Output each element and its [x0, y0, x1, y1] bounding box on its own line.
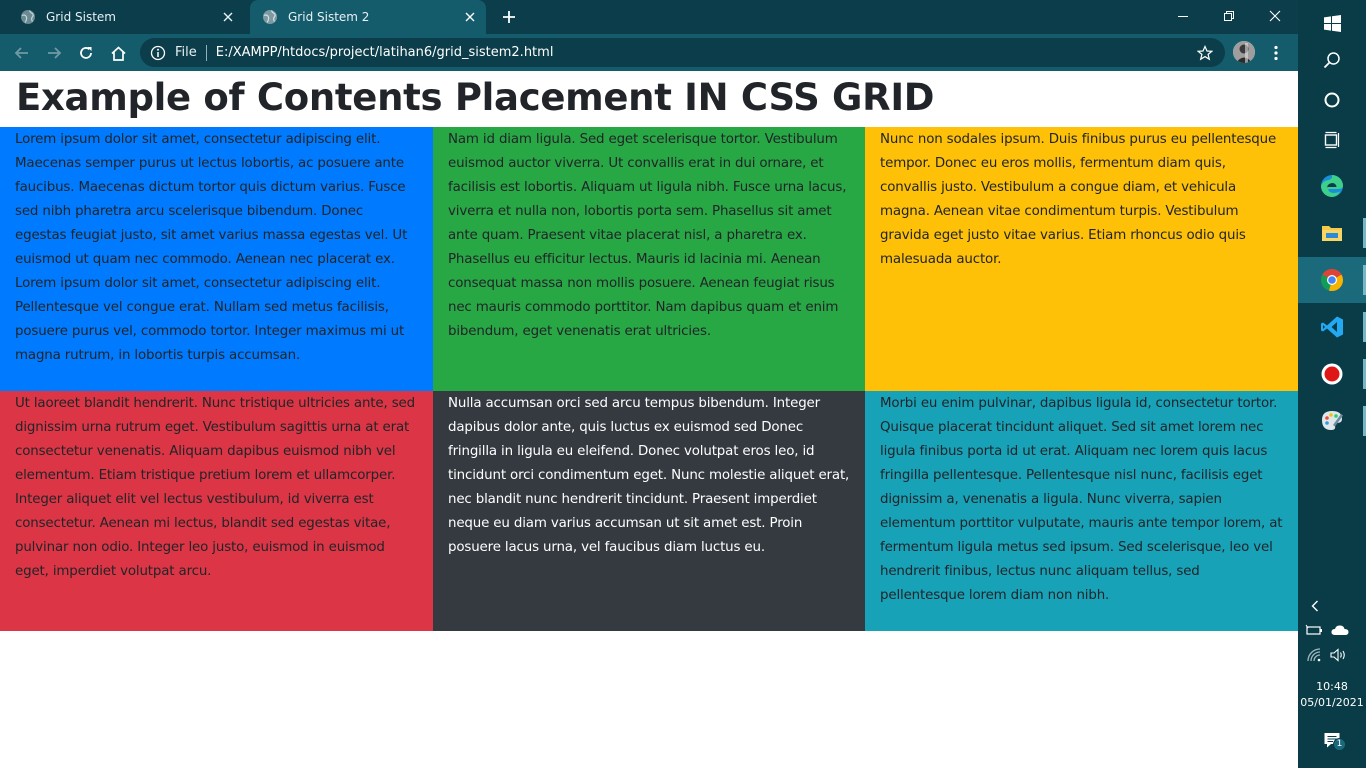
grid-item-5: Nulla accumsan orci sed arcu tempus bibe…: [433, 391, 865, 631]
browser-window: Grid Sistem Grid Sistem 2 File E:/XAMPP/…: [0, 0, 1298, 768]
speaker-icon: [1330, 648, 1345, 662]
system-clock[interactable]: 10:48 05/01/2021: [1298, 679, 1366, 711]
arrow-right-icon: [48, 47, 62, 59]
cloud-icon: [1331, 625, 1349, 635]
url-scheme: File: [175, 45, 197, 60]
grid-item-1: Lorem ipsum dolor sit amet, consectetur …: [0, 127, 433, 391]
grid-item-6: Morbi eu enim pulvinar, dapibus ligula i…: [865, 391, 1298, 631]
tab-title: Grid Sistem 2: [288, 10, 370, 24]
record-icon: [1321, 363, 1343, 385]
back-button[interactable]: [9, 40, 35, 66]
kebab-icon: [1274, 45, 1278, 61]
browser-toolbar: File E:/XAMPP/htdocs/project/latihan6/gr…: [0, 34, 1298, 71]
close-icon: [1269, 10, 1281, 22]
file-explorer-taskbar-app[interactable]: [1298, 210, 1366, 256]
recorder-taskbar-app[interactable]: [1298, 351, 1366, 397]
minimize-button[interactable]: [1160, 0, 1206, 32]
bookmark-star-icon[interactable]: [1195, 43, 1215, 63]
cortana-icon: [1324, 92, 1340, 108]
grid-item-4: Ut laoreet blandit hendrerit. Nunc trist…: [0, 391, 433, 631]
paint-icon: [1322, 411, 1343, 430]
edge-taskbar-app[interactable]: [1298, 163, 1366, 209]
globe-icon: [21, 10, 35, 24]
volume-button[interactable]: [1328, 646, 1350, 664]
battery-button[interactable]: [1304, 622, 1324, 638]
notification-badge: 1: [1333, 738, 1346, 751]
reload-button[interactable]: [73, 40, 99, 66]
tab-title: Grid Sistem: [46, 10, 116, 24]
onedrive-button[interactable]: [1329, 622, 1351, 638]
minimize-icon: [1178, 16, 1188, 17]
vscode-taskbar-app[interactable]: [1298, 304, 1366, 350]
vscode-icon: [1321, 316, 1343, 338]
restore-button[interactable]: [1206, 0, 1252, 32]
paint-taskbar-app[interactable]: [1298, 398, 1366, 444]
chrome-icon: [1321, 269, 1343, 292]
grid-item-2: Nam id diam ligula. Sed eget scelerisque…: [433, 127, 865, 391]
grid-item-3: Nunc non sodales ipsum. Duis finibus pur…: [865, 127, 1298, 391]
home-icon: [110, 45, 126, 61]
globe-icon: [263, 10, 277, 24]
divider: [205, 44, 207, 61]
profile-avatar[interactable]: [1233, 41, 1255, 63]
arrow-left-icon: [14, 47, 28, 59]
page-title: Example of Contents Placement IN CSS GRI…: [16, 76, 935, 119]
home-button[interactable]: [105, 40, 131, 66]
clock-date: 05/01/2021: [1300, 696, 1364, 709]
tab-strip: Grid Sistem Grid Sistem 2: [0, 0, 1298, 34]
close-tab-icon[interactable]: [460, 7, 480, 27]
windows-logo-icon: [1323, 14, 1341, 32]
menu-button[interactable]: [1266, 40, 1286, 66]
notification-center-button[interactable]: 1: [1320, 728, 1346, 752]
battery-icon: [1305, 624, 1322, 635]
search-icon: [1323, 52, 1340, 69]
edge-icon: [1321, 175, 1343, 197]
show-hidden-icons-button[interactable]: [1307, 598, 1323, 614]
task-view-icon: [1324, 131, 1340, 149]
reload-icon: [80, 47, 92, 59]
plus-icon: [503, 11, 515, 23]
info-icon[interactable]: [150, 45, 166, 61]
close-tab-icon[interactable]: [218, 7, 238, 27]
close-window-button[interactable]: [1252, 0, 1298, 32]
new-tab-button[interactable]: [497, 6, 521, 28]
content-grid: Lorem ipsum dolor sit amet, consectetur …: [0, 127, 1298, 631]
address-bar[interactable]: File E:/XAMPP/htdocs/project/latihan6/gr…: [140, 38, 1225, 67]
chevron-left-icon: [1311, 600, 1318, 612]
network-button[interactable]: [1305, 646, 1323, 664]
wifi-icon: [1307, 648, 1321, 662]
restore-icon: [1224, 11, 1234, 21]
tab-grid-sistem-2[interactable]: Grid Sistem 2: [250, 0, 486, 34]
url-text[interactable]: E:/XAMPP/htdocs/project/latihan6/grid_si…: [216, 45, 1195, 60]
tab-grid-sistem[interactable]: Grid Sistem: [8, 0, 244, 34]
task-view-button[interactable]: [1298, 117, 1366, 163]
page-viewport: Example of Contents Placement IN CSS GRI…: [0, 71, 1298, 768]
windows-taskbar: 10:48 05/01/2021 1: [1298, 0, 1366, 768]
file-explorer-icon: [1322, 226, 1342, 241]
clock-time: 10:48: [1316, 680, 1348, 693]
chrome-taskbar-app[interactable]: [1298, 257, 1366, 303]
forward-button[interactable]: [41, 40, 67, 66]
